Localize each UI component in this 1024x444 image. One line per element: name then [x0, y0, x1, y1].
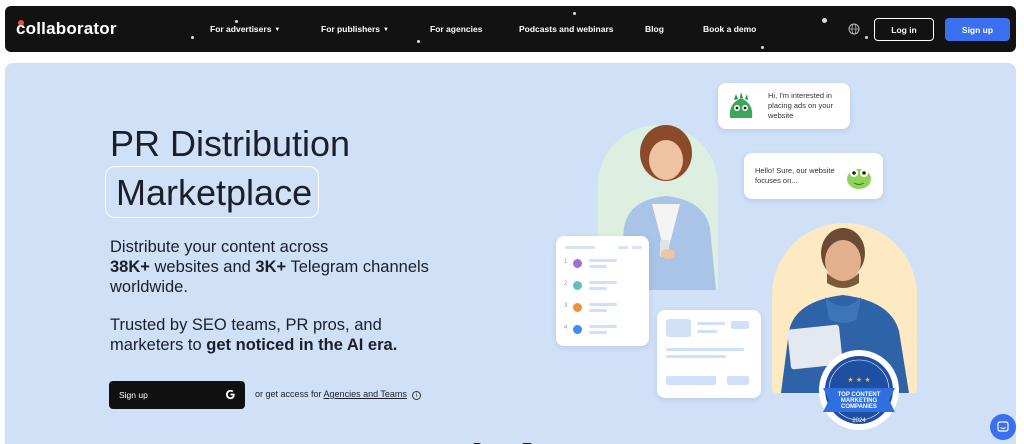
award-badge: TOP CONTENT MARKETING COMPANIES 2024 ★ ★… [819, 350, 899, 430]
chat-bubble-inquiry: Hi, I'm interested in placing ads on you… [718, 83, 850, 129]
caret-down-icon: ▼ [383, 27, 389, 33]
list-number: 2 [564, 281, 568, 287]
badge-year: 2024 [852, 418, 866, 424]
hero-section: PR Distribution Marketplace Distribute y… [5, 63, 1016, 444]
caret-down-icon: ▼ [274, 27, 281, 33]
hero-signup-button[interactable]: Sign up [109, 381, 245, 409]
article-preview-card [657, 310, 761, 398]
svg-text:★ ★ ★: ★ ★ ★ [847, 376, 870, 384]
decor-star [191, 36, 194, 39]
next-section-heading-partial [473, 443, 532, 444]
list-number: 3 [564, 303, 568, 309]
nav-for-advertisers[interactable]: For advertisers ▼ [210, 24, 280, 34]
bubble-reply-text: Hello! Sure, our website focuses on... [755, 166, 835, 185]
nav-podcasts-webinars[interactable]: Podcasts and webinars [519, 24, 613, 34]
decor-star [865, 36, 868, 39]
list-number: 4 [564, 325, 568, 331]
site-list-card: 1 2 3 4 [556, 236, 649, 346]
green-creature-icon [847, 169, 871, 189]
google-icon [225, 389, 235, 400]
chat-bubble-reply: Hello! Sure, our website focuses on... [744, 153, 883, 199]
list-dot [573, 325, 582, 334]
cta-label: Sign up [119, 390, 148, 400]
hero-title-line2: Marketplace [116, 172, 313, 213]
alt-access-text: or get access for Agencies and Teams i [255, 389, 421, 400]
nav-book-demo[interactable]: Book a demo [703, 24, 756, 34]
top-navbar: collaborator For advertisers ▼ For publis… [5, 6, 1016, 52]
decor-star [822, 18, 827, 23]
nav-for-agencies[interactable]: For agencies [430, 24, 482, 34]
agencies-teams-link[interactable]: Agencies and Teams [324, 389, 407, 399]
hero-description: Distribute your content across 38K+ webs… [110, 238, 429, 296]
nav-for-publishers[interactable]: For publishers ▼ [321, 24, 389, 34]
nav-signup-button[interactable]: Sign up [945, 18, 1010, 41]
chat-icon [997, 421, 1009, 432]
green-monster-icon [729, 92, 753, 118]
bubble-inquiry-text: Hi, I'm interested in placing ads on you… [768, 91, 834, 120]
support-chat-button[interactable] [990, 414, 1016, 440]
badge-line3: COMPANIES [841, 404, 877, 410]
hero-title-highlight: Marketplace [105, 166, 320, 218]
nav-blog[interactable]: Blog [645, 24, 664, 34]
list-dot [573, 303, 582, 312]
hero-trust-text: Trusted by SEO teams, PR pros, and marke… [110, 316, 398, 354]
decor-star [573, 12, 576, 15]
list-dot [573, 259, 582, 268]
decor-star [761, 46, 764, 49]
logo[interactable]: collaborator [16, 19, 117, 39]
decor-star [417, 40, 420, 43]
info-icon[interactable]: i [411, 391, 421, 400]
globe-icon[interactable] [848, 23, 860, 35]
hero-title-line1: PR Distribution [110, 123, 351, 164]
list-dot [573, 281, 582, 290]
decor-star [235, 20, 238, 23]
list-number: 1 [564, 259, 568, 265]
login-button[interactable]: Log in [874, 18, 934, 41]
